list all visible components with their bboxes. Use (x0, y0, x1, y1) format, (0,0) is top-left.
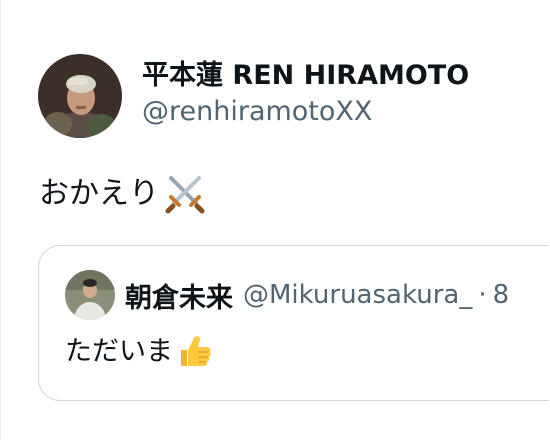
quoted-tweet-header: 朝倉未来 @Mikuruasakura_ · 8 (65, 270, 509, 320)
quoted-author-handle[interactable]: @Mikuruasakura_ (243, 280, 472, 310)
quoted-tweet[interactable]: 朝倉未来 @Mikuruasakura_ · 8 ただいま (38, 245, 549, 401)
tweet-card: 平本蓮 REN HIRAMOTO @renhiramotoXX おかえり 朝倉未… (0, 0, 549, 440)
tweet-text-content: おかえり (39, 176, 159, 211)
tweet-text: おかえり (39, 172, 207, 216)
quoted-avatar-image (65, 270, 115, 320)
quoted-tweet-text: ただいま (65, 332, 215, 372)
quoted-author-display-name[interactable]: 朝倉未来 (125, 276, 233, 315)
quoted-author-avatar[interactable] (65, 270, 115, 320)
author-handle[interactable]: @renhiramotoXX (142, 94, 469, 130)
quoted-separator: · (478, 280, 487, 310)
author-avatar[interactable] (38, 54, 122, 138)
quoted-date[interactable]: 8 (493, 280, 510, 310)
author-names: 平本蓮 REN HIRAMOTO @renhiramotoXX (142, 58, 469, 130)
author-display-name[interactable]: 平本蓮 REN HIRAMOTO (142, 58, 469, 94)
quoted-text-content: ただいま (65, 336, 173, 367)
thumbs-up-icon (175, 332, 215, 372)
tweet-author[interactable]: 平本蓮 REN HIRAMOTO @renhiramotoXX (38, 54, 469, 138)
crossed-swords-icon (163, 172, 207, 216)
author-avatar-image (38, 54, 122, 138)
